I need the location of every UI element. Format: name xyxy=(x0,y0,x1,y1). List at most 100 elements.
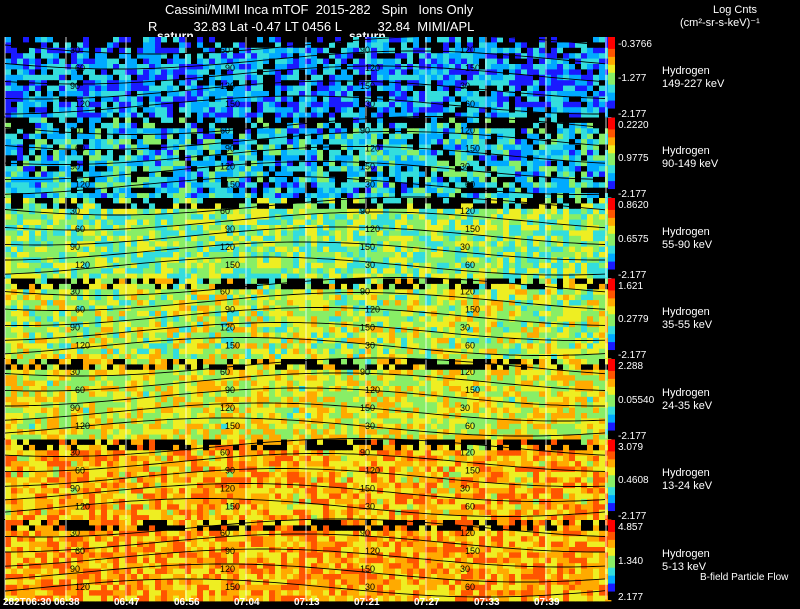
contour-label: 150 xyxy=(225,99,240,109)
contour-label: 30 xyxy=(460,484,470,494)
contour-label: 30 xyxy=(460,323,470,333)
colorbar-tick: -2.177 xyxy=(618,511,647,522)
colorbar-tick: 2.288 xyxy=(618,361,644,372)
contour-label: 90 xyxy=(360,45,370,55)
contour-label: 120 xyxy=(220,484,235,494)
contour-label: 30 xyxy=(365,99,375,109)
colorbar-tick: -2.177 xyxy=(618,430,647,442)
contour-label: 60 xyxy=(75,546,85,556)
colorbar-tick: 0.2779 xyxy=(618,314,649,326)
contour-label: 30 xyxy=(460,564,470,574)
contour-label: 60 xyxy=(220,448,230,458)
colorbar-tick: -0.3766 xyxy=(618,39,652,50)
contour-label: 90 xyxy=(225,466,235,476)
time-tick: 06:56 xyxy=(174,597,200,608)
contour-label: 60 xyxy=(75,224,85,234)
contour-label: 120 xyxy=(365,385,380,395)
contour-label: 150 xyxy=(360,81,375,91)
contour-label: 120 xyxy=(460,126,475,136)
contour-label: 150 xyxy=(225,341,240,351)
band-2: 30 60 90 120 60 90 120 150 90 120 150 30 120 150 30 60 xyxy=(4,196,615,280)
colorbar-tick: 4.857 xyxy=(618,522,644,533)
contour-label: 120 xyxy=(220,242,235,252)
contour-label: 30 xyxy=(365,341,375,351)
contour-label: 30 xyxy=(460,242,470,252)
time-tick: 282T06:30 xyxy=(3,597,52,608)
contour-label: 120 xyxy=(220,564,235,574)
contour-label: 150 xyxy=(465,546,480,556)
band-label: Hydrogen 24-35 keV xyxy=(662,386,713,412)
contour-label: 150 xyxy=(360,484,375,494)
colorbar-tick: 1.340 xyxy=(618,555,644,567)
contour-label: 60 xyxy=(75,305,85,315)
band-label: Hydrogen 55-90 keV xyxy=(662,225,713,251)
contour-label: 90 xyxy=(70,403,80,413)
contour-label: 30 xyxy=(70,528,80,538)
colorbar-tick: -2.177 xyxy=(618,269,647,281)
contour-label: 90 xyxy=(70,242,80,252)
contour-label: 120 xyxy=(75,180,90,190)
contour-label: 150 xyxy=(225,180,240,190)
contour-label: 60 xyxy=(465,99,475,109)
time-tick: 07:21 xyxy=(354,597,380,608)
contour-label: 90 xyxy=(225,224,235,234)
contour-label: 150 xyxy=(465,63,480,73)
contour-label: 30 xyxy=(460,162,470,172)
contour-label: 120 xyxy=(365,466,380,476)
contour-label: 120 xyxy=(75,582,90,592)
contour-label: 120 xyxy=(460,206,475,216)
contour-label: 30 xyxy=(460,403,470,413)
contour-label: 120 xyxy=(460,448,475,458)
contour-label: 90 xyxy=(70,81,80,91)
contour-label: 30 xyxy=(70,126,80,136)
contour-label: 120 xyxy=(365,63,380,73)
contour-label: 60 xyxy=(75,385,85,395)
contour-label: 60 xyxy=(75,144,85,154)
contour-label: 120 xyxy=(75,502,90,512)
contour-label: 90 xyxy=(225,63,235,73)
contour-label: 120 xyxy=(220,323,235,333)
contour-label: 120 xyxy=(460,367,475,377)
contour-label: 150 xyxy=(360,242,375,252)
contour-label: 60 xyxy=(465,260,475,270)
band-4: 30 60 90 120 60 90 120 150 90 120 150 30 120 150 30 60 xyxy=(4,357,615,441)
contour-label: 90 xyxy=(360,126,370,136)
colorbar-tick: 0.6575 xyxy=(618,233,649,245)
contour-label: 90 xyxy=(70,484,80,494)
contour-label: 150 xyxy=(225,582,240,592)
colorbar-tick: -2.177 xyxy=(618,350,647,361)
contour-label: 30 xyxy=(365,180,375,190)
contour-label: 30 xyxy=(70,367,80,377)
contour-label: 150 xyxy=(465,385,480,395)
contour-label: 90 xyxy=(225,385,235,395)
contour-label: 60 xyxy=(220,528,230,538)
time-tick: 06:47 xyxy=(114,597,140,608)
contour-label: 150 xyxy=(225,502,240,512)
contour-label: 30 xyxy=(460,81,470,91)
contour-label: 120 xyxy=(220,162,235,172)
colorbar-tick: 2.177 xyxy=(618,591,644,603)
contour-label: 90 xyxy=(70,323,80,333)
band-label: Hydrogen 5-13 keV xyxy=(662,547,710,573)
band-3: 30 60 90 120 60 90 120 150 90 120 150 30 120 150 30 60 xyxy=(4,277,615,360)
contour-label: 150 xyxy=(465,466,480,476)
contour-label: 30 xyxy=(365,260,375,270)
time-tick: 07:13 xyxy=(294,597,320,608)
colorbar-tick: 3.079 xyxy=(618,441,644,453)
band-label: Hydrogen 90-149 keV xyxy=(662,145,719,171)
time-tick: 06:38 xyxy=(54,597,80,608)
contour-label: 120 xyxy=(220,81,235,91)
footnote: B-field Particle Flow xyxy=(700,572,789,583)
contour-label: 90 xyxy=(360,528,370,538)
colorbar-tick: 0.05540 xyxy=(618,394,655,406)
time-tick: 07:04 xyxy=(234,597,260,608)
contour-label: 90 xyxy=(70,162,80,172)
colorbar-tick: 0.4608 xyxy=(618,475,649,487)
contour-label: 60 xyxy=(465,341,475,351)
contour-label: 60 xyxy=(465,421,475,431)
contour-label: 150 xyxy=(465,144,480,154)
contour-label: 120 xyxy=(460,528,475,538)
colorbar-tick: 0.2220 xyxy=(618,119,649,131)
contour-label: 60 xyxy=(220,287,230,297)
contour-label: 90 xyxy=(360,206,370,216)
